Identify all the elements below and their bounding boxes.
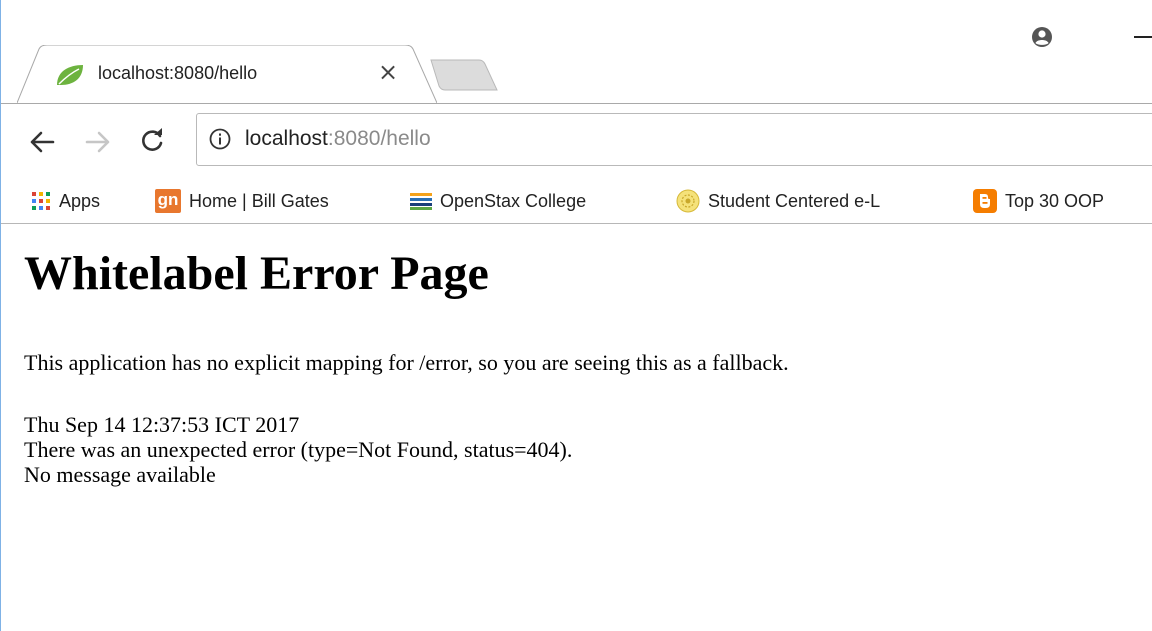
url-host: localhost <box>245 127 328 150</box>
university-seal-icon <box>676 189 700 213</box>
bookmark-label: Home | Bill Gates <box>189 190 329 211</box>
error-timestamp: Thu Sep 14 12:37:53 ICT 2017 <box>24 412 300 437</box>
openstax-icon <box>410 193 432 210</box>
bookmark-label: OpenStax College <box>440 190 587 211</box>
new-tab-button[interactable] <box>429 58 499 92</box>
bookmark-home-bill-gates[interactable]: gn Home | Bill Gates <box>155 188 329 214</box>
spring-leaf-icon <box>57 65 83 85</box>
tab-active[interactable]: localhost:8080/hello × <box>17 45 437 103</box>
address-bar[interactable]: localhost:8080/hello <box>196 113 1152 166</box>
tab-close-icon[interactable]: × <box>377 60 399 84</box>
page-title: Whitelabel Error Page <box>24 247 489 300</box>
bookmarks-bar: Apps gn Home | Bill Gates OpenStax Colle… <box>1 179 1152 224</box>
blogger-icon <box>973 189 997 213</box>
forward-arrow-icon[interactable] <box>85 130 111 154</box>
minimize-icon[interactable] <box>1134 36 1152 38</box>
browser-window: localhost:8080/hello × localhost:8080/he… <box>0 0 1152 631</box>
gatesnotes-icon: gn <box>155 189 181 213</box>
toolbar: localhost:8080/hello <box>1 103 1152 180</box>
back-arrow-icon[interactable] <box>29 130 55 154</box>
error-details: There was an unexpected error (type=Not … <box>24 437 573 462</box>
bookmark-label: Top 30 OOP <box>1005 190 1105 211</box>
url-path: :8080/hello <box>327 127 431 150</box>
bookmark-openstax[interactable]: OpenStax College <box>410 188 586 214</box>
tab-title: localhost:8080/hello <box>98 63 258 83</box>
bookmark-label: Student Centered e-L <box>708 190 881 211</box>
error-description: This application has no explicit mapping… <box>24 350 789 375</box>
bookmark-label: Apps <box>59 190 101 211</box>
profile-icon[interactable] <box>1031 26 1053 48</box>
bookmark-apps[interactable]: Apps <box>31 188 100 214</box>
url-text[interactable]: localhost:8080/hello <box>245 127 431 151</box>
info-icon[interactable] <box>209 128 231 150</box>
error-message: No message available <box>24 462 216 487</box>
page-content: Whitelabel Error Page This application h… <box>1 224 1152 631</box>
bookmark-student-centered[interactable]: Student Centered e-L <box>676 188 880 214</box>
bookmark-top-30-oop[interactable]: Top 30 OOP <box>973 188 1104 214</box>
apps-grid-icon <box>32 192 50 210</box>
title-bar: localhost:8080/hello × <box>1 0 1152 103</box>
reload-icon[interactable] <box>139 128 165 154</box>
